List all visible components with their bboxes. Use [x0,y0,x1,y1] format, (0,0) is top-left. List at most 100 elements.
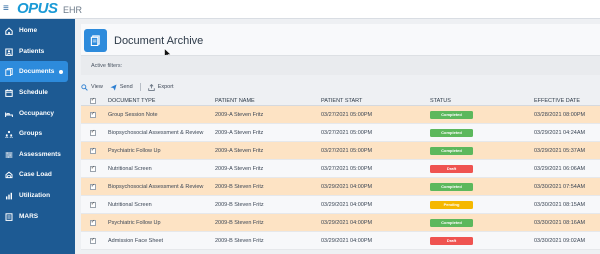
document-type-cell: Nutritional Screen [108,165,152,172]
export-button[interactable]: Export [147,83,174,91]
sidebar-item-label: MARS [19,213,39,220]
active-filters-label: Active filters: [91,63,123,69]
row-checkbox[interactable]: ✓ [90,201,96,208]
row-checkbox[interactable]: ✓ [90,111,96,118]
toolbar: View Send Export [81,82,181,92]
effective-date-cell: 03/29/2021 05:37AM [534,147,586,154]
table-row[interactable]: ✓ Admission Face Sheet 2009-B Steven Fritz… [81,232,600,250]
search-icon [81,83,88,91]
sidebar-item-patients[interactable]: Patients [0,41,75,62]
sidebar-item-occupancy[interactable]: Occupancy [0,103,75,124]
sidebar-item-label: Patients [19,48,45,55]
row-checkbox[interactable]: ✓ [90,183,96,190]
patient-name-cell: 2009-A Steven Fritz [215,111,264,118]
view-label: View [91,84,103,90]
sidebar-item-documents[interactable]: Documents [0,61,68,82]
row-checkbox[interactable]: ✓ [90,129,96,136]
patient-start-cell: 03/29/2021 04:00PM [321,201,373,208]
table-row[interactable]: ✓ Nutritional Screen 2009-A Steven Fritz 03… [81,160,600,178]
patient-name-cell: 2009-B Steven Fritz [215,183,264,190]
export-icon [147,83,155,91]
toolbar-divider [139,83,141,91]
sidebar-item-label: Home [19,27,38,34]
document-type-cell: Nutritional Screen [108,201,152,208]
effective-date-cell: 03/30/2021 08:16AM [534,219,586,226]
table-header: ✓ DOCUMENT TYPE PATIENT NAME PATIENT STA… [81,96,600,106]
home-icon [5,26,13,35]
document-type-cell: Admission Face Sheet [108,237,164,244]
table-row[interactable]: ✓ Nutritional Screen 2009-B Steven Fritz 03… [81,196,600,214]
active-filters-bar: Active filters: [81,55,600,75]
schedule-icon [5,88,13,97]
patient-name-cell: 2009-B Steven Fritz [215,237,264,244]
patient-start-cell: 03/27/2021 05:00PM [321,165,373,172]
row-checkbox[interactable]: ✓ [90,147,96,154]
export-label: Export [157,84,174,90]
send-label: Send [119,84,133,90]
status-badge: Draft [430,236,473,245]
sidebar-item-home[interactable]: Home [0,20,75,41]
sidebar: Home Patients Documents Schedule Occupancy Gr… [0,19,75,254]
patient-start-cell: 03/27/2021 05:00PM [321,111,373,118]
status-badge: Completed [430,182,473,191]
table-row[interactable]: ✓ Group Session Note 2009-A Steven Fritz 03… [81,106,600,124]
view-button[interactable]: View [81,83,103,91]
row-checkbox[interactable]: ✓ [90,237,96,244]
table-row[interactable]: ✓ Biopsychosocial Assessment & Review 2009… [81,124,600,142]
status-badge: Draft [430,164,473,173]
sidebar-item-schedule[interactable]: Schedule [0,82,75,103]
patient-start-cell: 03/29/2021 04:00PM [321,183,373,190]
table-body: ✓ Group Session Note 2009-A Steven Fritz 03… [81,106,600,250]
table-row[interactable]: ✓ Biopsychosocial Assessment & Review 2009… [81,178,600,196]
header-status[interactable]: STATUS [430,96,530,105]
sidebar-item-label: Utilization [19,192,51,199]
header-document-type[interactable]: DOCUMENT TYPE [108,96,208,105]
select-all-checkbox[interactable]: ✓ [90,97,96,104]
document-archive-tile [84,29,107,52]
effective-date-cell: 03/30/2021 08:15AM [534,201,586,208]
sidebar-item-utilization[interactable]: Utilization [0,185,75,206]
row-checkbox[interactable]: ✓ [90,165,96,172]
document-table: ✓ DOCUMENT TYPE PATIENT NAME PATIENT STA… [81,96,600,250]
sidebar-item-label: Case Load [19,171,52,178]
sidebar-item-label: Documents [19,68,55,75]
patient-start-cell: 03/29/2021 04:00PM [321,237,373,244]
patient-start-cell: 03/29/2021 04:00PM [321,219,373,226]
status-badge: Pending [430,200,473,209]
sidebar-item-case-load[interactable]: Case Load [0,164,75,185]
effective-date-cell: 03/28/2021 08:00PM [534,111,586,118]
patient-name-cell: 2009-A Steven Fritz [215,147,264,154]
row-checkbox[interactable]: ✓ [90,219,96,226]
header-patient-name[interactable]: PATIENT NAME [215,96,315,105]
table-row[interactable]: ✓ Psychiatric Follow Up 2009-B Steven Frit… [81,214,600,232]
send-icon [110,83,117,91]
utilization-icon [5,192,13,200]
table-row[interactable]: ✓ Psychiatric Follow Up 2009-A Steven Frit… [81,142,600,160]
document-type-cell: Psychiatric Follow Up [108,219,161,226]
groups-icon [5,130,13,138]
patient-name-cell: 2009-B Steven Fritz [215,219,264,226]
sidebar-item-assessments[interactable]: Assessments [0,144,75,165]
document-type-cell: Biopsychosocial Assessment & Review [108,183,204,190]
menu-icon[interactable]: ≡ [3,4,9,14]
logo-ehr: EHR [63,5,83,15]
status-badge: Completed [430,110,473,119]
header-effective-date[interactable]: EFFECTIVE DATE [534,96,600,105]
active-indicator-dot [59,69,64,74]
documents-icon [90,35,100,46]
document-type-cell: Group Session Note [108,111,158,118]
effective-date-cell: 03/30/2021 09:02AM [534,237,586,244]
status-badge: Completed [430,146,473,155]
patient-name-cell: 2009-A Steven Fritz [215,165,264,172]
top-bar: ≡ OPUS EHR [0,0,600,19]
sidebar-item-label: Assessments [19,151,61,158]
header-patient-start[interactable]: PATIENT START [321,96,421,105]
send-button[interactable]: Send [110,83,133,91]
occupancy-icon [5,110,13,118]
patient-name-cell: 2009-B Steven Fritz [215,201,264,208]
mars-icon [5,212,13,221]
sidebar-item-label: Occupancy [19,110,55,117]
patient-start-cell: 03/27/2021 05:00PM [321,129,373,136]
sidebar-item-groups[interactable]: Groups [0,123,75,144]
sidebar-item-mars[interactable]: MARS [0,206,75,227]
